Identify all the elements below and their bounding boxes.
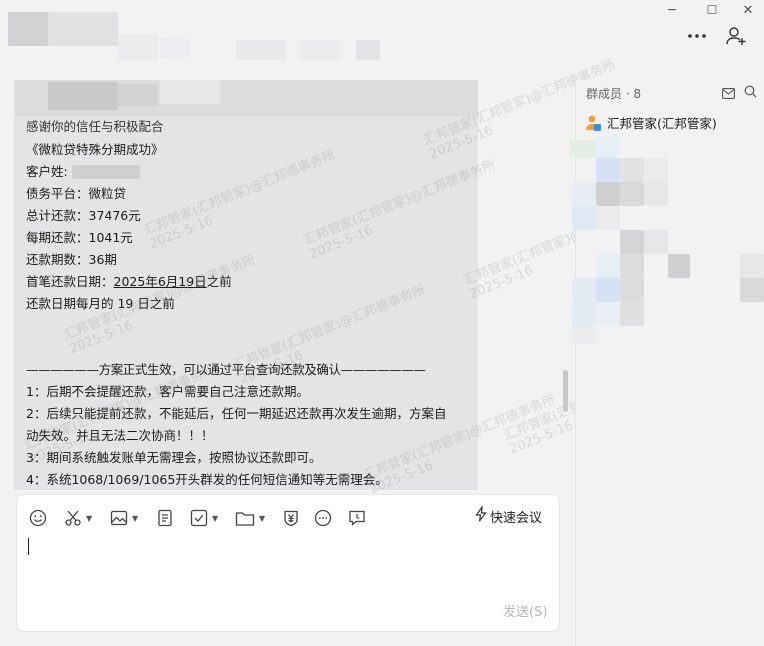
message-line: 1：后期不会提醒还款，客户需要自己注意还款期。 [26, 384, 309, 399]
emoji-icon[interactable] [29, 508, 47, 528]
more-icon[interactable] [683, 22, 711, 50]
member-name: 汇邦管家(汇邦管家) [607, 116, 717, 131]
blurred-region [300, 40, 340, 60]
blurred-region [596, 182, 620, 206]
blurred-region [596, 302, 620, 326]
quick-meeting-label: 快速会议 [490, 510, 543, 526]
maximize-button[interactable]: ☐ [692, 0, 732, 20]
blurred-region [572, 206, 596, 230]
blurred-region [620, 182, 644, 206]
blurred-region [572, 278, 596, 302]
chat-bubble-icon[interactable] [314, 508, 332, 528]
blurred-region [644, 182, 668, 206]
message-line: 还款期数：36期 [26, 252, 117, 267]
scissors-icon[interactable]: ▼ [64, 508, 92, 528]
blurred-name [72, 165, 140, 179]
message-line: 动失效。并且无法二次协商！！！ [26, 428, 214, 443]
message-line: 债务平台：微粒贷 [26, 186, 127, 201]
checkbox-icon[interactable]: ▼ [190, 508, 218, 528]
mail-icon[interactable] [722, 84, 735, 103]
message-line: 《微粒贷特殊分期成功》 [26, 142, 164, 157]
message-line: 3：期间系统触发账单无需理会，按照协议还款即可。 [26, 450, 322, 465]
member-count-title: 群成员 · 8 [586, 87, 642, 101]
blurred-region [620, 254, 644, 278]
blurred-region [668, 254, 690, 278]
blurred-region [596, 136, 620, 158]
folder-icon[interactable]: ▼ [235, 508, 265, 528]
blurred-region [118, 34, 158, 60]
blurred-region [596, 206, 620, 230]
chat-scrollbar[interactable] [563, 370, 568, 412]
message-line: 感谢你的信任与积极配合 [26, 119, 164, 134]
message-line: 2：后续只能提前还款，不能延后，任何一期延迟还款再次发生逾期，方案自 [26, 406, 447, 421]
blurred-region [572, 302, 596, 326]
document-icon[interactable] [156, 508, 174, 528]
quick-meeting-button[interactable]: 快速会议 [475, 504, 543, 526]
message-line: ——————方案正式生效，可以通过平台查询还款及确认——————— [26, 362, 426, 377]
text-cursor [28, 538, 29, 555]
blurred-region [596, 254, 620, 278]
clock-icon[interactable] [348, 508, 366, 528]
blurred-region [160, 80, 220, 104]
blurred-region [48, 12, 118, 46]
search-icon[interactable] [744, 83, 757, 102]
blurred-region [740, 254, 764, 278]
image-icon[interactable]: ▼ [110, 508, 138, 528]
blurred-region [572, 326, 596, 344]
message-line: 总计还款：37476元 [26, 208, 141, 223]
message-line: 还款日期每月的 19 日之前 [26, 296, 175, 311]
message-line: 客户姓: [26, 164, 68, 179]
message-line: 4：系统1068/1069/1065开头群发的任何短信通知等无需理会。 [26, 472, 388, 487]
money-icon[interactable] [282, 508, 300, 528]
blurred-region [160, 38, 190, 58]
message-line: 首笔还款日期：2025年6月19日之前 [26, 274, 232, 289]
blurred-region [572, 182, 596, 206]
add-member-icon[interactable] [722, 22, 750, 50]
close-button[interactable]: ✕ [728, 0, 764, 20]
member-avatar-icon [584, 114, 602, 132]
blurred-region [570, 140, 596, 158]
send-button[interactable]: 发送(S) [503, 601, 547, 620]
blurred-region [236, 40, 286, 60]
blurred-region [740, 278, 764, 302]
blurred-region [596, 158, 620, 182]
blurred-region [356, 40, 380, 60]
blurred-region [118, 84, 158, 106]
blurred-region [620, 302, 644, 326]
blurred-region [8, 12, 48, 46]
date-link[interactable]: 2025年6月19日 [114, 274, 207, 289]
blurred-region [48, 82, 118, 110]
lightning-icon [475, 504, 487, 526]
member-item[interactable]: 汇邦管家(汇邦管家) [584, 113, 717, 132]
message-line: 每期还款：1041元 [26, 230, 133, 245]
blurred-region [620, 158, 644, 182]
blurred-region [620, 230, 644, 254]
blurred-region [644, 230, 668, 254]
minimize-button[interactable]: ─ [652, 0, 692, 20]
blurred-region [644, 158, 668, 182]
blurred-region [620, 278, 644, 302]
blurred-region [596, 278, 620, 302]
